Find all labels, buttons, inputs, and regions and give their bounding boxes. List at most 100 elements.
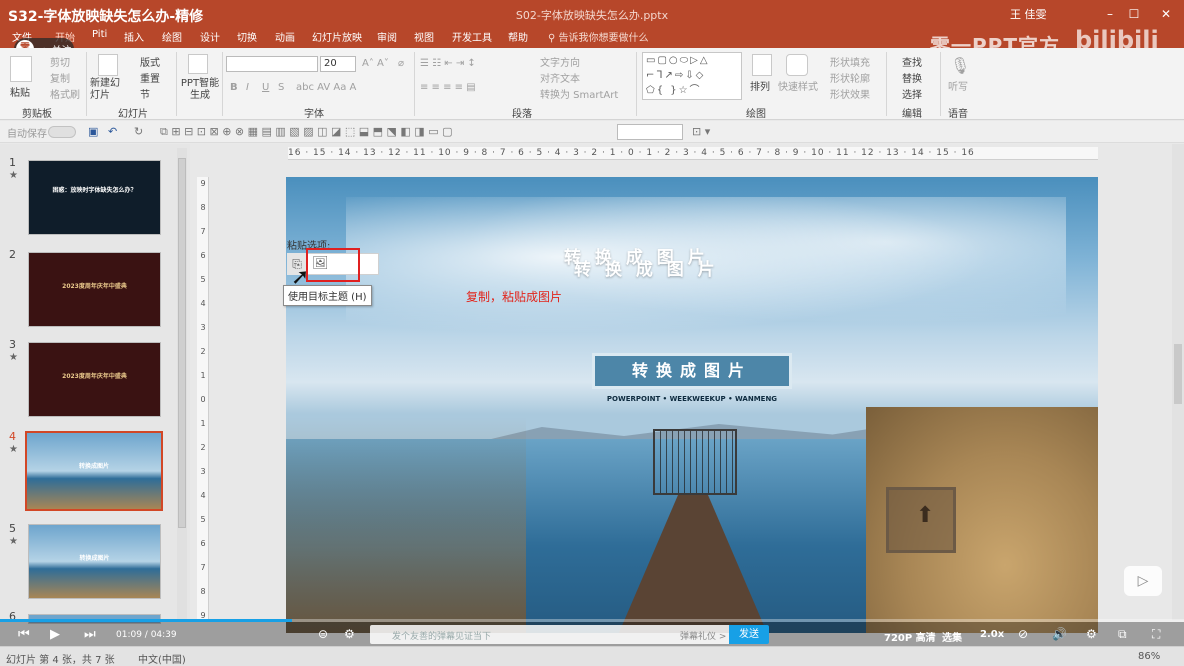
layout-button[interactable]: 版式 (140, 54, 160, 69)
danmaku-settings-icon[interactable]: ⚙ (344, 627, 355, 641)
previous-icon[interactable]: ⏮ (18, 627, 30, 642)
bold-button[interactable]: B (230, 82, 238, 93)
new-slide-icon[interactable] (98, 54, 118, 76)
picture-icon[interactable]: ⊡ ▾ (692, 125, 710, 138)
autosave-toggle[interactable] (48, 126, 76, 138)
shape-gallery[interactable]: ▭▢○⬭▷△ ⌐ᒣ↗⇨⇩◇ ⬠{ }☆⌒ (642, 52, 742, 100)
paste-picture-icon: 🖼 (312, 256, 329, 271)
italic-button[interactable]: I (246, 82, 249, 93)
play-icon[interactable]: ▶ (50, 627, 60, 642)
align-icons[interactable]: ≡ ≡ ≡ ≡ ▤ (420, 82, 476, 93)
slide-thumbnail-1[interactable]: 困惑：放映时字体缺失怎么办？ (28, 160, 161, 235)
tab-piti[interactable]: Piti (92, 29, 107, 40)
danmaku-placeholder: 发个友善的弹幕见证当下 (392, 632, 492, 642)
section-button[interactable]: 节 (140, 86, 150, 101)
shape-outline-button[interactable]: 形状轮廓 (830, 70, 870, 85)
font-size-box[interactable]: 20 (320, 56, 356, 72)
next-icon[interactable]: ⏭ (84, 627, 96, 642)
smartart-button[interactable]: 转换为 SmartArt (540, 86, 618, 101)
undo-icon[interactable]: ↶ (108, 125, 117, 138)
danmaku-toggle-icon[interactable]: ⊜ (318, 627, 328, 641)
volume-icon[interactable]: 🔊 (1052, 627, 1067, 641)
replace-button[interactable]: 替换 (902, 70, 922, 85)
ppt-ai-button[interactable]: PPT智能生成 (180, 78, 220, 102)
slide-title-text[interactable]: 转 换 成 图 片 (574, 255, 719, 280)
minimize-icon[interactable]: – (1100, 4, 1120, 24)
language-indicator[interactable]: 中文(中国) (138, 651, 186, 666)
tab-design[interactable]: 设计 (200, 29, 220, 44)
slide-canvas[interactable]: ⬆ 转 换 成 图 片 转 换 成 图 片 转换成图片 POWERPOINT •… (286, 177, 1098, 633)
thumbnail-title: 转换成图片 (79, 555, 110, 562)
slide-thumbnail-4[interactable]: 转换成图片 (25, 431, 163, 511)
tab-review[interactable]: 审阅 (377, 29, 397, 44)
slide-thumbnail-5[interactable]: 转换成图片 (28, 524, 161, 599)
tab-animations[interactable]: 动画 (275, 29, 295, 44)
speed-button[interactable]: 2.0x (980, 629, 1004, 640)
font-name-box[interactable] (226, 56, 318, 72)
floating-play-icon[interactable]: ▷ (1124, 566, 1162, 596)
align-text-button[interactable]: 对齐文本 (540, 70, 580, 85)
danmaku-etiquette-link[interactable]: 弹幕礼仪 > (680, 629, 726, 642)
find-button[interactable]: 查找 (902, 54, 922, 69)
slide-banner[interactable]: 转换成图片 (592, 353, 792, 389)
maximize-icon[interactable]: ☐ (1124, 4, 1144, 24)
arrange-icon[interactable] (752, 54, 772, 76)
tab-help[interactable]: 帮助 (508, 29, 528, 44)
picture-in-picture-icon[interactable]: ⧉ (1118, 627, 1127, 642)
slide-thumbnail-2[interactable]: 2023度周年庆年中盛典 (28, 252, 161, 327)
shape-effects-button[interactable]: 形状效果 (830, 86, 870, 101)
tab-transitions[interactable]: 切换 (237, 29, 257, 44)
shape-fill-button[interactable]: 形状填充 (830, 54, 870, 69)
bullets-icon[interactable]: ☰ ☷ ⇤ ⇥ ↕ (420, 58, 476, 69)
scrollbar-thumb[interactable] (178, 158, 186, 528)
toolbar-combo[interactable] (617, 124, 683, 140)
zoom-level[interactable]: 86% (1138, 651, 1160, 662)
slide-scrollbar[interactable] (1172, 144, 1184, 620)
paste-icon[interactable] (10, 56, 32, 82)
slide-thumbnail-3[interactable]: 2023度周年庆年中盛典 (28, 342, 161, 417)
close-icon[interactable]: ✕ (1156, 4, 1176, 24)
user-name[interactable]: 王 佳雯 (1010, 6, 1047, 22)
toolbar-icons[interactable]: ⧉ ⊞ ⊟ ⊡ ⊠ ⊕ ⊗ ▦ ▤ ▥ ▧ ▨ ◫ ◪ ⬚ ⬓ ⬒ ⬔ ◧ ◨ … (160, 125, 452, 139)
redo-icon[interactable]: ↻ (134, 125, 143, 138)
microphone-icon[interactable]: 🎙 (950, 56, 970, 75)
slide-subtitle[interactable]: POWERPOINT • WEEKWEEKUP • WANMENG (592, 395, 792, 403)
underline-button[interactable]: U (262, 82, 269, 93)
save-icon[interactable]: ▣ (88, 125, 98, 138)
tell-me-label: 告诉我你想要做什么 (558, 33, 649, 44)
clear-format-icon[interactable]: ⌀ (398, 58, 404, 69)
dictate-button[interactable]: 听写 (948, 78, 968, 93)
send-button[interactable]: 发送 (729, 625, 769, 644)
arrange-button[interactable]: 排列 (750, 78, 770, 93)
tab-developer[interactable]: 开发工具 (452, 29, 492, 44)
subtitle-off-icon[interactable]: ⊘ (1018, 627, 1028, 641)
text-direction-button[interactable]: 文字方向 (540, 54, 580, 69)
ppt-ai-icon[interactable] (188, 54, 208, 74)
tab-draw[interactable]: 绘图 (162, 29, 182, 44)
format-painter-button[interactable]: 格式刷 (50, 86, 80, 101)
thumbnail-scrollbar[interactable] (177, 148, 187, 620)
quick-styles-icon[interactable] (786, 54, 808, 76)
tab-view[interactable]: 视图 (414, 29, 434, 44)
copy-button[interactable]: 复制 (50, 70, 70, 85)
scrollbar-thumb[interactable] (1174, 344, 1182, 404)
tell-me-search[interactable]: ⚲ 告诉我你想要做什么 (548, 29, 649, 44)
new-slide-button[interactable]: 新建幻灯片 (90, 78, 124, 102)
quality-button[interactable]: 720P 高清 (884, 629, 936, 644)
cut-button[interactable]: 剪切 (50, 54, 70, 69)
grow-font-icon[interactable]: A˄ A˅ (362, 58, 389, 69)
paste-button[interactable]: 粘贴 (10, 84, 30, 99)
font-effects-icons[interactable]: abc AV Aa A (296, 82, 356, 93)
ruler-tick: 4 (200, 299, 206, 308)
episodes-button[interactable]: 选集 (942, 629, 962, 644)
thumbnail-title: 困惑：放映时字体缺失怎么办？ (52, 187, 137, 194)
reset-button[interactable]: 重置 (140, 70, 160, 85)
shadow-button[interactable]: S (278, 82, 284, 93)
settings-gear-icon[interactable]: ⚙ (1086, 627, 1097, 641)
tab-insert[interactable]: 插入 (124, 29, 144, 44)
select-button[interactable]: 选择 (902, 86, 922, 101)
thumb-number: 3 (9, 338, 16, 351)
tab-slideshow[interactable]: 幻灯片放映 (312, 29, 362, 44)
fullscreen-icon[interactable]: ⛶ (1152, 627, 1160, 642)
quick-styles-button[interactable]: 快速样式 (778, 78, 818, 93)
